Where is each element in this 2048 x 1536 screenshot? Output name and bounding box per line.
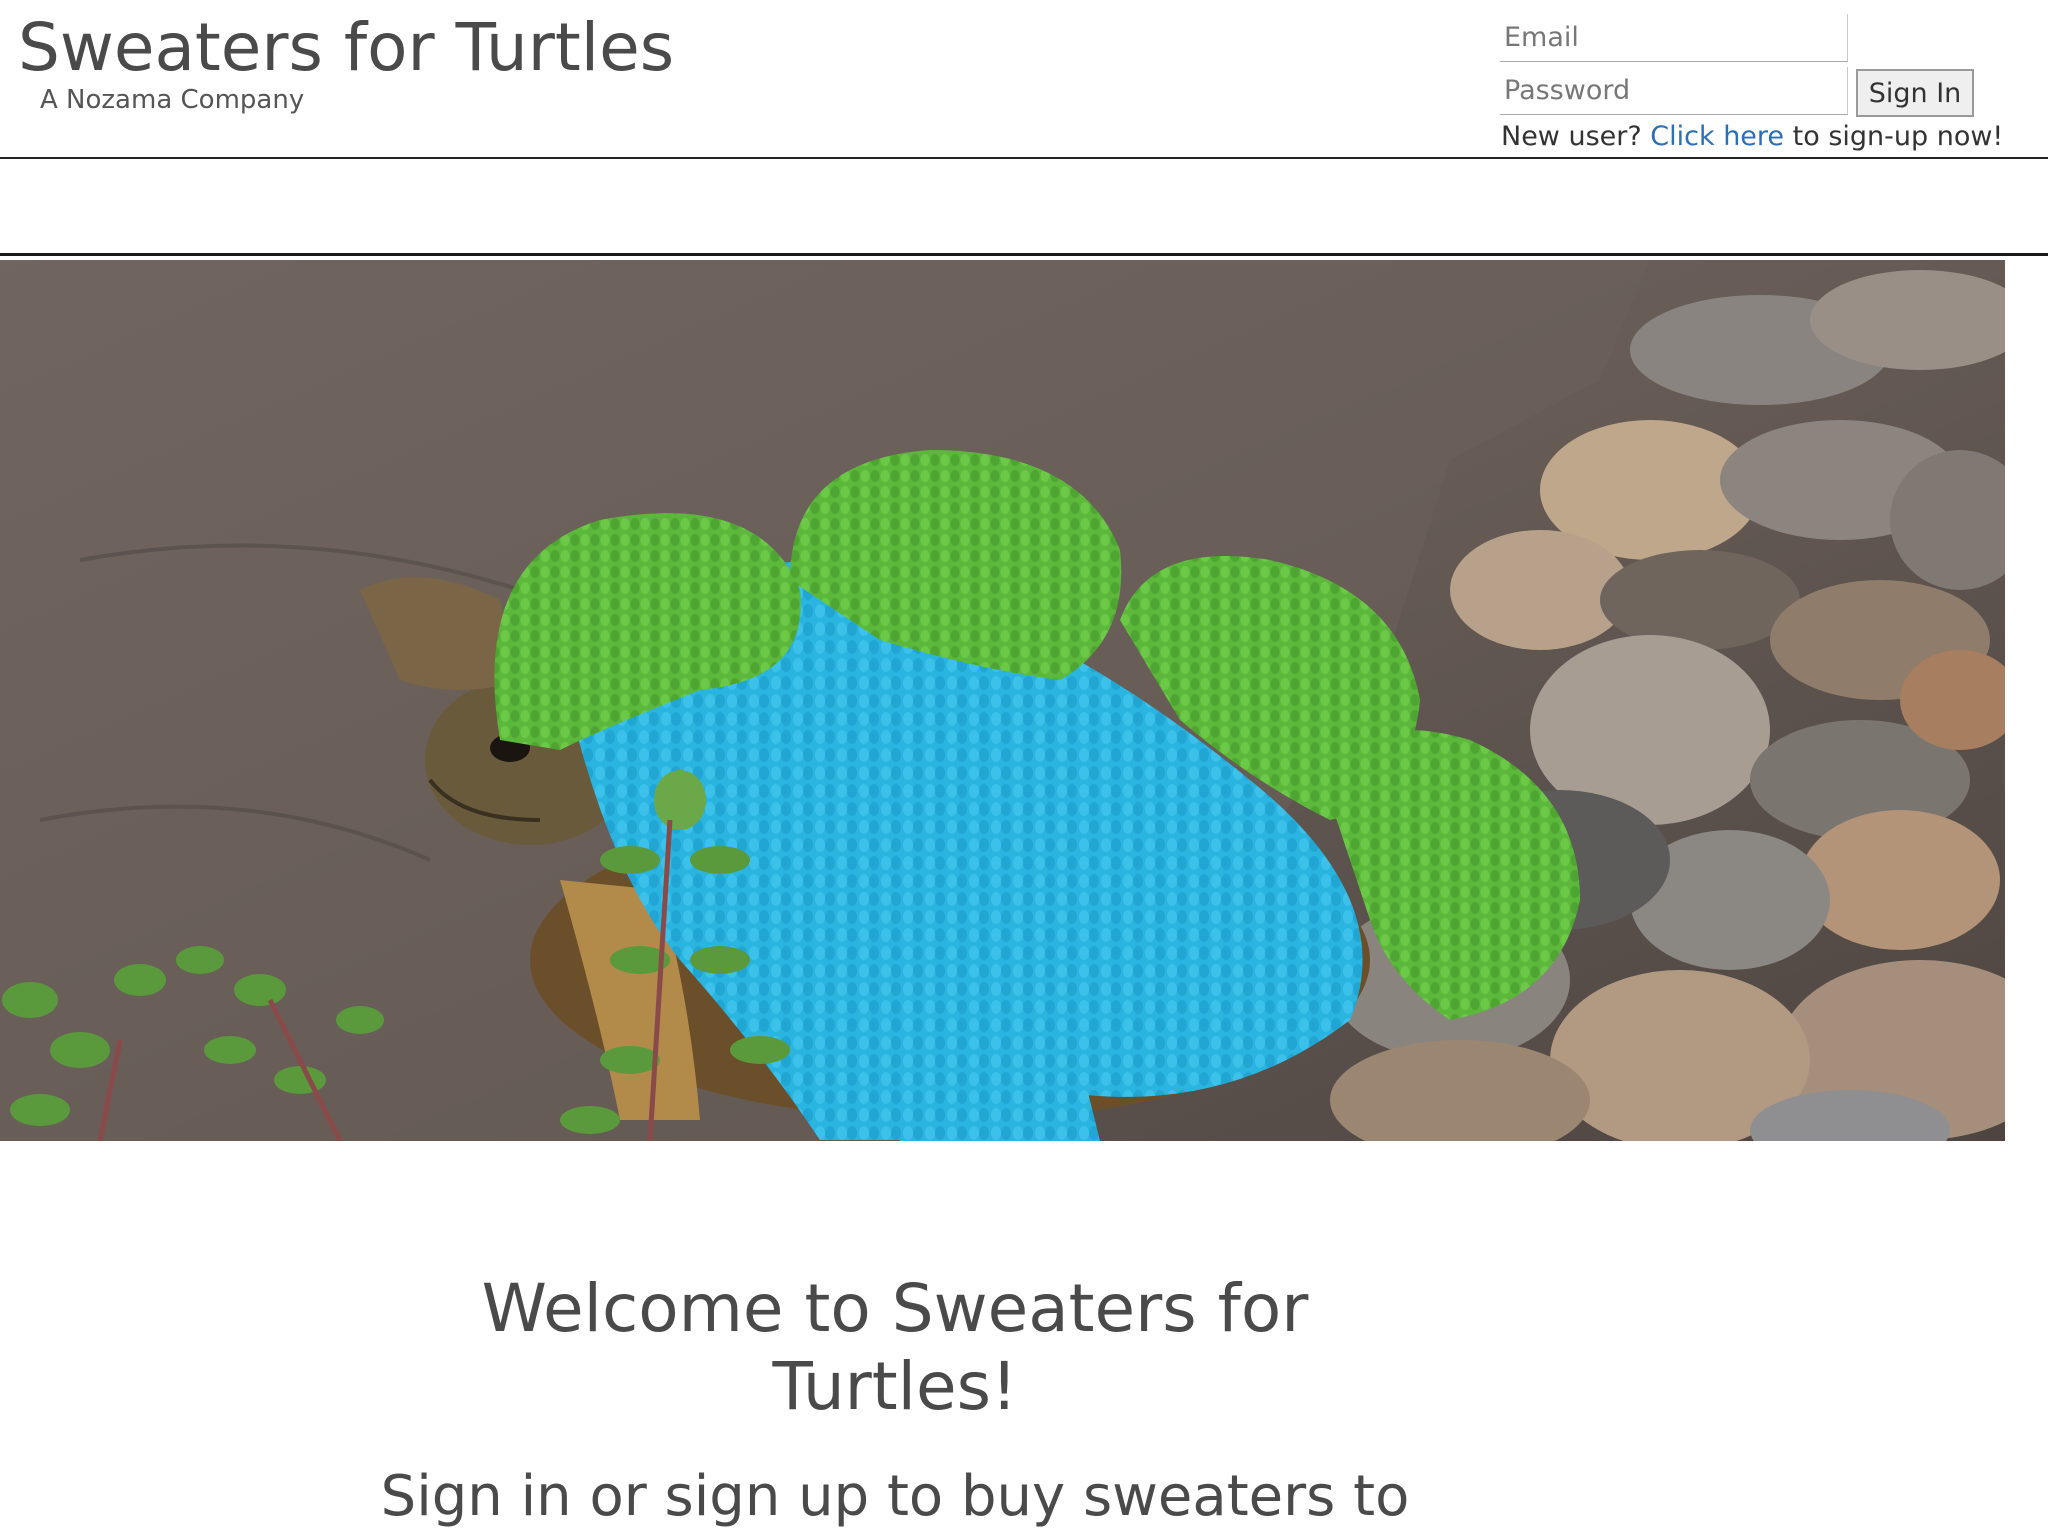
- signup-suffix: to sign-up now!: [1784, 121, 2004, 152]
- site-tagline: A Nozama Company: [40, 85, 305, 115]
- turtle-sweater-illustration: [0, 260, 2005, 1141]
- welcome-subtext: Sign in or sign up to buy sweaters to: [380, 1464, 1410, 1529]
- hero-image: [0, 260, 2005, 1141]
- password-field[interactable]: [1500, 67, 1848, 115]
- email-field[interactable]: [1500, 14, 1848, 62]
- nav-bar: [0, 159, 2048, 256]
- signup-prefix: New user?: [1501, 121, 1651, 152]
- login-form: Sign In New user? Click here to sign-up …: [1500, 14, 2003, 154]
- site-header: Sweaters for Turtles A Nozama Company Si…: [0, 0, 2048, 159]
- site-title[interactable]: Sweaters for Turtles: [18, 8, 674, 88]
- sign-in-button[interactable]: Sign In: [1856, 69, 1974, 117]
- signup-link[interactable]: Click here: [1650, 121, 1784, 152]
- signup-prompt: New user? Click here to sign-up now!: [1501, 120, 2003, 154]
- page: Sweaters for Turtles A Nozama Company Si…: [0, 0, 2048, 1536]
- welcome-heading: Welcome to Sweaters for Turtles!: [481, 1270, 1309, 1425]
